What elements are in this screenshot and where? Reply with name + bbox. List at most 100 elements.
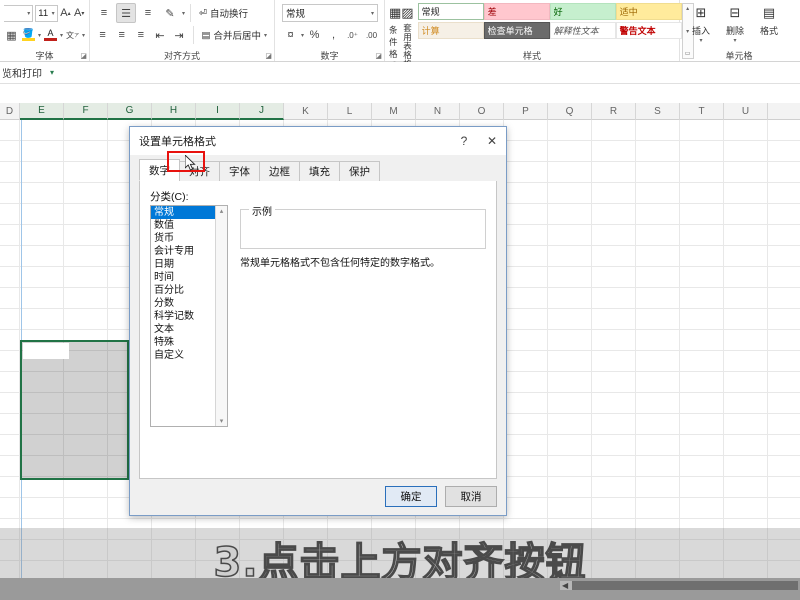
- scroll-left-icon[interactable]: ◀: [562, 581, 568, 590]
- grid-cell[interactable]: [680, 393, 724, 414]
- grid-cell[interactable]: [20, 498, 64, 519]
- dialog-tab-填充[interactable]: 填充: [299, 161, 340, 181]
- category-item-数值[interactable]: 数值: [151, 219, 215, 232]
- chevron-down-icon[interactable]: ▾: [301, 32, 304, 39]
- grid-cell[interactable]: [724, 372, 768, 393]
- decrease-decimal-icon[interactable]: .00: [363, 25, 380, 45]
- grid-cell[interactable]: [504, 267, 548, 288]
- column-header-O[interactable]: O: [460, 103, 504, 120]
- accounting-format-icon[interactable]: ¤: [282, 25, 299, 45]
- percent-style-icon[interactable]: %: [306, 25, 323, 45]
- cell-style-item[interactable]: 常规: [418, 3, 484, 20]
- align-middle-icon[interactable]: ☰: [116, 3, 136, 23]
- grid-cell[interactable]: [504, 393, 548, 414]
- grid-cell[interactable]: [680, 330, 724, 351]
- grid-cell[interactable]: [64, 204, 108, 225]
- column-header-T[interactable]: T: [680, 103, 724, 120]
- grid-cell[interactable]: [680, 204, 724, 225]
- grid-cell[interactable]: [504, 204, 548, 225]
- number-dialog-launcher[interactable]: ◪: [375, 52, 382, 60]
- grid-cell[interactable]: [680, 477, 724, 498]
- grid-cell[interactable]: [724, 120, 768, 141]
- column-header-R[interactable]: R: [592, 103, 636, 120]
- category-item-自定义[interactable]: 自定义: [151, 349, 215, 362]
- grid-cell[interactable]: [592, 141, 636, 162]
- decrease-font-size-icon[interactable]: A▾: [73, 3, 85, 23]
- chevron-down-icon[interactable]: ▾: [733, 37, 736, 44]
- help-icon[interactable]: ?: [450, 128, 478, 154]
- grid-cell[interactable]: [20, 246, 64, 267]
- category-item-文本[interactable]: 文本: [151, 323, 215, 336]
- grid-cell[interactable]: [64, 246, 108, 267]
- grid-cell[interactable]: [548, 120, 592, 141]
- grid-cell[interactable]: [592, 372, 636, 393]
- grid-cell[interactable]: [724, 204, 768, 225]
- grid-cell[interactable]: [636, 162, 680, 183]
- grid-cell[interactable]: [724, 498, 768, 519]
- font-name-box[interactable]: ▾: [4, 5, 33, 22]
- increase-decimal-icon[interactable]: .0⁺: [344, 25, 361, 45]
- column-header-M[interactable]: M: [372, 103, 416, 120]
- grid-cell[interactable]: [636, 288, 680, 309]
- grid-cell[interactable]: [0, 246, 20, 267]
- grid-cell[interactable]: [636, 246, 680, 267]
- grid-cell[interactable]: [724, 288, 768, 309]
- grid-cell[interactable]: [724, 141, 768, 162]
- grid-cell[interactable]: [724, 351, 768, 372]
- grid-cell[interactable]: [548, 183, 592, 204]
- grid-cell[interactable]: [504, 162, 548, 183]
- grid-cell[interactable]: [504, 141, 548, 162]
- grid-cell[interactable]: [680, 372, 724, 393]
- grid-cell[interactable]: [548, 288, 592, 309]
- grid-cell[interactable]: [64, 498, 108, 519]
- grid-cell[interactable]: [20, 477, 64, 498]
- grid-cell[interactable]: [504, 414, 548, 435]
- cell-style-item[interactable]: 警告文本: [616, 22, 682, 39]
- column-header-E[interactable]: E: [20, 103, 64, 120]
- grid-cell[interactable]: [0, 267, 20, 288]
- grid-cell[interactable]: [724, 477, 768, 498]
- cancel-button[interactable]: 取消: [445, 486, 497, 507]
- grid-cell[interactable]: [0, 225, 20, 246]
- increase-font-size-icon[interactable]: A▴: [60, 3, 72, 23]
- grid-cell[interactable]: [20, 267, 64, 288]
- grid-cell[interactable]: [20, 225, 64, 246]
- category-item-货币[interactable]: 货币: [151, 232, 215, 245]
- grid-cell[interactable]: [504, 351, 548, 372]
- category-item-时间[interactable]: 时间: [151, 271, 215, 284]
- grid-cell[interactable]: [592, 498, 636, 519]
- grid-cell[interactable]: [724, 183, 768, 204]
- chevron-down-icon[interactable]: ▾: [264, 32, 267, 39]
- dialog-tab-字体[interactable]: 字体: [219, 161, 260, 181]
- grid-cell[interactable]: [592, 351, 636, 372]
- grid-cell[interactable]: [0, 435, 20, 456]
- align-right-icon[interactable]: ≡: [132, 25, 149, 45]
- cell-style-item[interactable]: 计算: [418, 22, 484, 39]
- grid-cell[interactable]: [548, 204, 592, 225]
- increase-indent-icon[interactable]: ⇥: [171, 25, 188, 45]
- grid-cell[interactable]: [0, 288, 20, 309]
- grid-cell[interactable]: [636, 414, 680, 435]
- column-header-J[interactable]: J: [240, 103, 284, 120]
- grid-cell[interactable]: [680, 162, 724, 183]
- grid-cell[interactable]: [504, 288, 548, 309]
- horizontal-scrollbar-thumb[interactable]: [572, 581, 798, 590]
- column-header-F[interactable]: F: [64, 103, 108, 120]
- grid-cell[interactable]: [0, 393, 20, 414]
- grid-cell[interactable]: [636, 351, 680, 372]
- chevron-down-icon[interactable]: ▾: [50, 68, 54, 77]
- grid-cell[interactable]: [548, 372, 592, 393]
- grid-cell[interactable]: [0, 351, 20, 372]
- grid-cell[interactable]: [724, 393, 768, 414]
- grid-cell[interactable]: [504, 477, 548, 498]
- grid-cell[interactable]: [724, 414, 768, 435]
- decrease-indent-icon[interactable]: ⇤: [151, 25, 168, 45]
- grid-cell[interactable]: [20, 309, 64, 330]
- grid-cell[interactable]: [64, 267, 108, 288]
- grid-cell[interactable]: [724, 456, 768, 477]
- column-header-U[interactable]: U: [724, 103, 768, 120]
- grid-cell[interactable]: [680, 351, 724, 372]
- grid-cell[interactable]: [504, 246, 548, 267]
- ok-button[interactable]: 确定: [385, 486, 437, 507]
- format-cells-dialog[interactable]: 设置单元格格式 ? ✕ 数字对齐字体边框填充保护 分类(C): 常规数值货币会计…: [129, 126, 507, 516]
